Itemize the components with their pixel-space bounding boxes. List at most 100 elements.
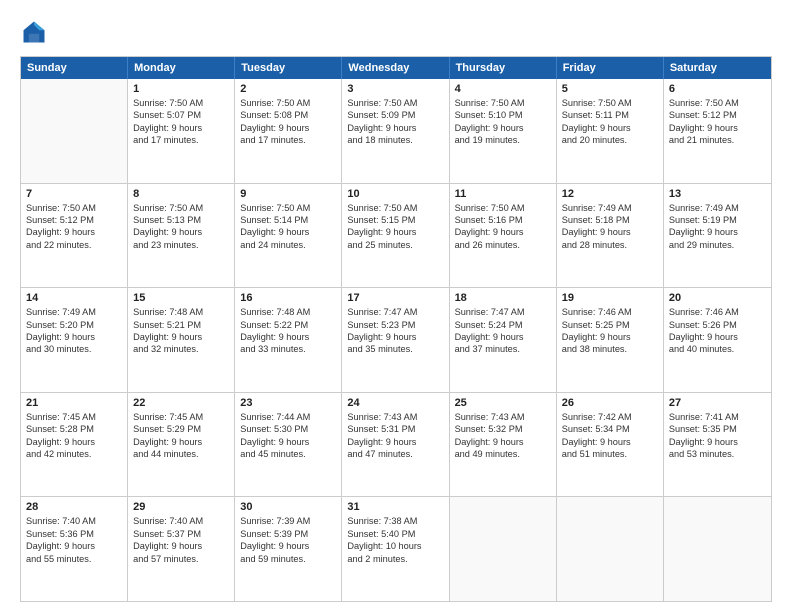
header-day-sunday: Sunday bbox=[21, 57, 128, 79]
calendar-cell-day-7: 7Sunrise: 7:50 AMSunset: 5:12 PMDaylight… bbox=[21, 184, 128, 288]
cell-line: Sunset: 5:25 PM bbox=[562, 319, 658, 331]
calendar-cell-day-16: 16Sunrise: 7:48 AMSunset: 5:22 PMDayligh… bbox=[235, 288, 342, 392]
cell-line: Sunrise: 7:48 AM bbox=[133, 306, 229, 318]
cell-line: Sunset: 5:37 PM bbox=[133, 528, 229, 540]
calendar-cell-day-1: 1Sunrise: 7:50 AMSunset: 5:07 PMDaylight… bbox=[128, 79, 235, 183]
cell-line: Sunrise: 7:47 AM bbox=[455, 306, 551, 318]
calendar-cell-day-28: 28Sunrise: 7:40 AMSunset: 5:36 PMDayligh… bbox=[21, 497, 128, 601]
cell-line: Sunrise: 7:46 AM bbox=[669, 306, 766, 318]
calendar-body: 1Sunrise: 7:50 AMSunset: 5:07 PMDaylight… bbox=[21, 79, 771, 601]
header-day-thursday: Thursday bbox=[450, 57, 557, 79]
day-number: 23 bbox=[240, 397, 336, 409]
calendar-cell-day-24: 24Sunrise: 7:43 AMSunset: 5:31 PMDayligh… bbox=[342, 393, 449, 497]
cell-line: Sunrise: 7:50 AM bbox=[455, 202, 551, 214]
day-number: 25 bbox=[455, 397, 551, 409]
day-number: 13 bbox=[669, 188, 766, 200]
cell-line: Daylight: 9 hours bbox=[669, 226, 766, 238]
cell-line: Sunset: 5:36 PM bbox=[26, 528, 122, 540]
cell-line: and 44 minutes. bbox=[133, 448, 229, 460]
cell-line: and 40 minutes. bbox=[669, 343, 766, 355]
cell-line: Daylight: 9 hours bbox=[26, 331, 122, 343]
cell-line: Daylight: 9 hours bbox=[562, 122, 658, 134]
cell-line: and 47 minutes. bbox=[347, 448, 443, 460]
calendar-row-3: 14Sunrise: 7:49 AMSunset: 5:20 PMDayligh… bbox=[21, 287, 771, 392]
calendar-cell-day-22: 22Sunrise: 7:45 AMSunset: 5:29 PMDayligh… bbox=[128, 393, 235, 497]
cell-line: and 37 minutes. bbox=[455, 343, 551, 355]
cell-line: and 25 minutes. bbox=[347, 239, 443, 251]
logo bbox=[20, 18, 52, 46]
cell-line: Daylight: 9 hours bbox=[455, 436, 551, 448]
cell-line: Sunrise: 7:50 AM bbox=[26, 202, 122, 214]
cell-line: Daylight: 9 hours bbox=[347, 122, 443, 134]
cell-line: Sunset: 5:09 PM bbox=[347, 109, 443, 121]
calendar-row-1: 1Sunrise: 7:50 AMSunset: 5:07 PMDaylight… bbox=[21, 79, 771, 183]
cell-line: Sunset: 5:21 PM bbox=[133, 319, 229, 331]
cell-line: Daylight: 9 hours bbox=[669, 122, 766, 134]
cell-line: Sunrise: 7:49 AM bbox=[562, 202, 658, 214]
header-day-tuesday: Tuesday bbox=[235, 57, 342, 79]
calendar-cell-day-9: 9Sunrise: 7:50 AMSunset: 5:14 PMDaylight… bbox=[235, 184, 342, 288]
cell-line: and 29 minutes. bbox=[669, 239, 766, 251]
cell-line: Daylight: 9 hours bbox=[347, 436, 443, 448]
cell-line: Daylight: 9 hours bbox=[347, 331, 443, 343]
calendar-cell-day-21: 21Sunrise: 7:45 AMSunset: 5:28 PMDayligh… bbox=[21, 393, 128, 497]
cell-line: Daylight: 9 hours bbox=[562, 436, 658, 448]
calendar-cell-empty bbox=[557, 497, 664, 601]
cell-line: Sunrise: 7:47 AM bbox=[347, 306, 443, 318]
day-number: 11 bbox=[455, 188, 551, 200]
cell-line: Sunrise: 7:49 AM bbox=[26, 306, 122, 318]
cell-line: Sunset: 5:39 PM bbox=[240, 528, 336, 540]
cell-line: Sunrise: 7:50 AM bbox=[347, 202, 443, 214]
day-number: 26 bbox=[562, 397, 658, 409]
cell-line: Daylight: 9 hours bbox=[133, 540, 229, 552]
day-number: 24 bbox=[347, 397, 443, 409]
calendar-cell-day-19: 19Sunrise: 7:46 AMSunset: 5:25 PMDayligh… bbox=[557, 288, 664, 392]
cell-line: and 49 minutes. bbox=[455, 448, 551, 460]
day-number: 17 bbox=[347, 292, 443, 304]
calendar-cell-day-14: 14Sunrise: 7:49 AMSunset: 5:20 PMDayligh… bbox=[21, 288, 128, 392]
cell-line: Sunrise: 7:38 AM bbox=[347, 515, 443, 527]
cell-line: Sunset: 5:34 PM bbox=[562, 423, 658, 435]
cell-line: Sunrise: 7:40 AM bbox=[133, 515, 229, 527]
day-number: 29 bbox=[133, 501, 229, 513]
cell-line: and 24 minutes. bbox=[240, 239, 336, 251]
day-number: 7 bbox=[26, 188, 122, 200]
day-number: 21 bbox=[26, 397, 122, 409]
calendar-header: SundayMondayTuesdayWednesdayThursdayFrid… bbox=[21, 57, 771, 79]
cell-line: and 19 minutes. bbox=[455, 134, 551, 146]
cell-line: Sunrise: 7:41 AM bbox=[669, 411, 766, 423]
cell-line: Sunset: 5:40 PM bbox=[347, 528, 443, 540]
cell-line: Sunrise: 7:50 AM bbox=[133, 97, 229, 109]
calendar-cell-day-20: 20Sunrise: 7:46 AMSunset: 5:26 PMDayligh… bbox=[664, 288, 771, 392]
cell-line: Daylight: 9 hours bbox=[562, 331, 658, 343]
calendar-cell-day-8: 8Sunrise: 7:50 AMSunset: 5:13 PMDaylight… bbox=[128, 184, 235, 288]
cell-line: Sunset: 5:15 PM bbox=[347, 214, 443, 226]
cell-line: Daylight: 9 hours bbox=[133, 226, 229, 238]
cell-line: and 32 minutes. bbox=[133, 343, 229, 355]
cell-line: and 30 minutes. bbox=[26, 343, 122, 355]
logo-icon bbox=[20, 18, 48, 46]
calendar-row-5: 28Sunrise: 7:40 AMSunset: 5:36 PMDayligh… bbox=[21, 496, 771, 601]
day-number: 19 bbox=[562, 292, 658, 304]
calendar-cell-empty bbox=[664, 497, 771, 601]
cell-line: and 18 minutes. bbox=[347, 134, 443, 146]
calendar-cell-day-2: 2Sunrise: 7:50 AMSunset: 5:08 PMDaylight… bbox=[235, 79, 342, 183]
cell-line: Daylight: 9 hours bbox=[669, 436, 766, 448]
cell-line: and 33 minutes. bbox=[240, 343, 336, 355]
cell-line: Sunrise: 7:40 AM bbox=[26, 515, 122, 527]
calendar-cell-day-17: 17Sunrise: 7:47 AMSunset: 5:23 PMDayligh… bbox=[342, 288, 449, 392]
calendar-cell-empty bbox=[450, 497, 557, 601]
cell-line: Sunset: 5:32 PM bbox=[455, 423, 551, 435]
cell-line: Daylight: 9 hours bbox=[240, 122, 336, 134]
calendar-row-4: 21Sunrise: 7:45 AMSunset: 5:28 PMDayligh… bbox=[21, 392, 771, 497]
header-day-wednesday: Wednesday bbox=[342, 57, 449, 79]
day-number: 3 bbox=[347, 83, 443, 95]
cell-line: Sunset: 5:13 PM bbox=[133, 214, 229, 226]
calendar-cell-day-13: 13Sunrise: 7:49 AMSunset: 5:19 PMDayligh… bbox=[664, 184, 771, 288]
cell-line: and 20 minutes. bbox=[562, 134, 658, 146]
calendar-cell-day-25: 25Sunrise: 7:43 AMSunset: 5:32 PMDayligh… bbox=[450, 393, 557, 497]
day-number: 28 bbox=[26, 501, 122, 513]
cell-line: Sunrise: 7:50 AM bbox=[562, 97, 658, 109]
cell-line: Daylight: 9 hours bbox=[26, 436, 122, 448]
cell-line: Sunset: 5:16 PM bbox=[455, 214, 551, 226]
